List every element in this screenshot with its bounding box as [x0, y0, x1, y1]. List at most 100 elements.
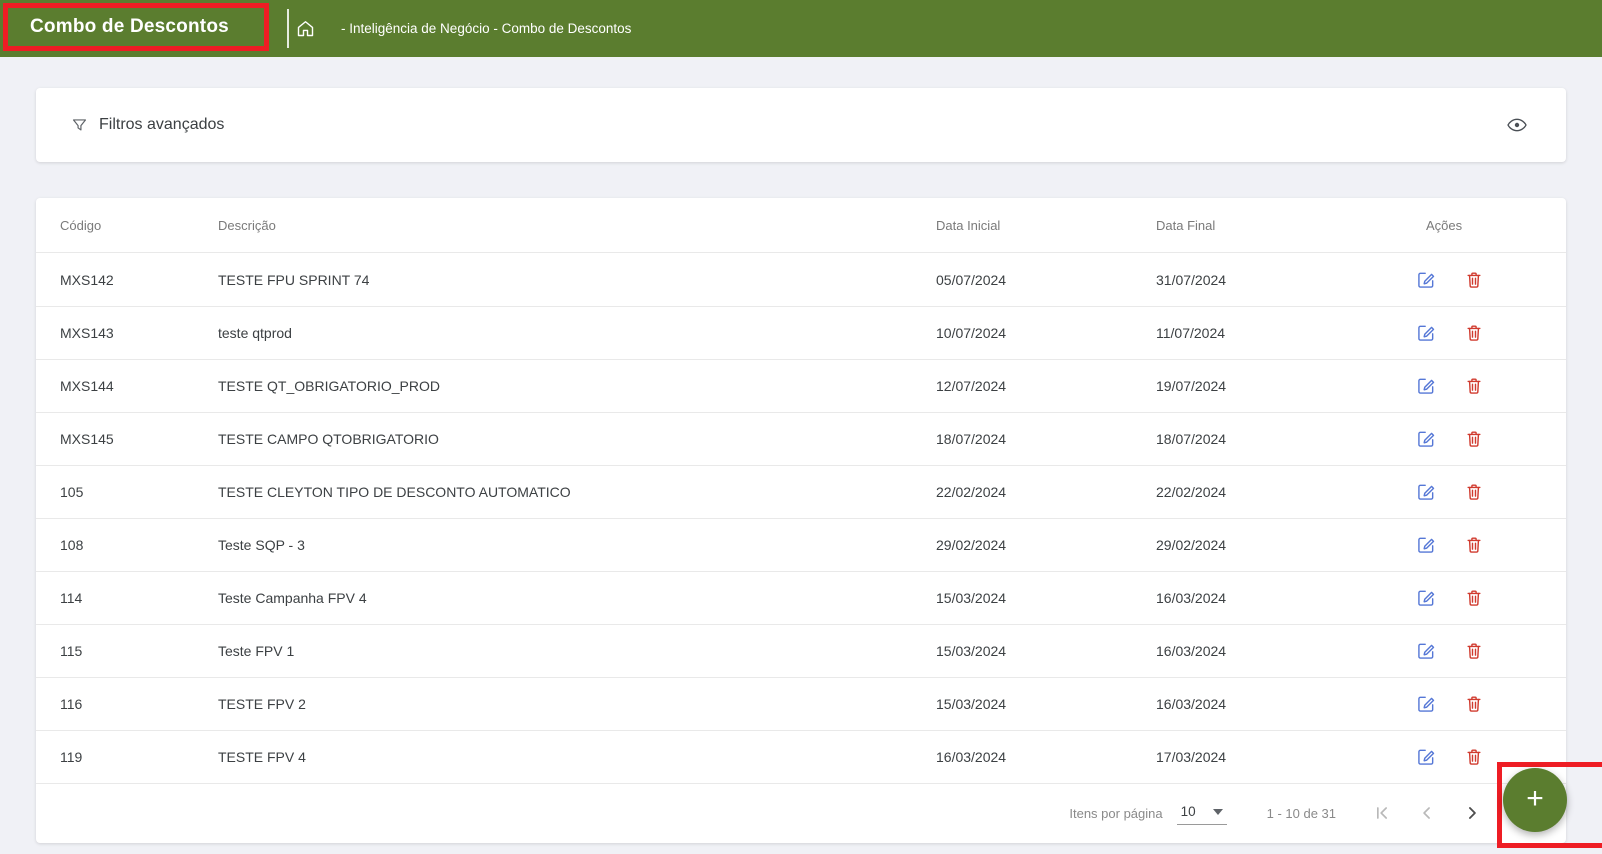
- first-page-icon: [1377, 807, 1387, 819]
- table-header-row: Código Descrição Data Inicial Data Final…: [36, 198, 1566, 253]
- table-row[interactable]: 105 TESTE CLEYTON TIPO DE DESCONTO AUTOM…: [36, 465, 1566, 518]
- add-button[interactable]: +: [1503, 768, 1567, 832]
- cell-codigo: 115: [60, 643, 83, 659]
- edit-button[interactable]: [1416, 482, 1436, 502]
- table-row[interactable]: MXS144 TESTE QT_OBRIGATORIO_PROD 12/07/2…: [36, 359, 1566, 412]
- delete-button[interactable]: [1464, 641, 1484, 661]
- cell-descricao: TESTE QT_OBRIGATORIO_PROD: [218, 378, 440, 394]
- table-row[interactable]: 119 TESTE FPV 4 16/03/2024 17/03/2024: [36, 730, 1566, 783]
- eye-icon[interactable]: [1506, 114, 1528, 136]
- next-page-button[interactable]: [1462, 803, 1482, 823]
- delete-button[interactable]: [1464, 588, 1484, 608]
- items-per-page-select[interactable]: 10: [1176, 802, 1227, 825]
- first-page-button[interactable]: [1372, 803, 1392, 823]
- delete-button[interactable]: [1464, 376, 1484, 396]
- pagination-bar: Itens por página 10 1 - 10 de 31: [36, 783, 1566, 842]
- cell-codigo: MXS142: [60, 271, 114, 288]
- cell-descricao: Teste FPV 1: [218, 643, 295, 659]
- column-header-data-final[interactable]: Data Final: [1156, 218, 1376, 233]
- previous-page-button[interactable]: [1417, 803, 1437, 823]
- table-row[interactable]: MXS142 TESTE FPU SPRINT 74 05/07/2024 31…: [36, 253, 1566, 306]
- page-title: Combo de Descontos: [30, 16, 229, 37]
- cell-data-final: 16/03/2024: [1156, 643, 1227, 659]
- cell-data-final: 16/03/2024: [1156, 696, 1227, 712]
- edit-button[interactable]: [1416, 376, 1436, 396]
- column-header-descricao[interactable]: Descrição: [218, 218, 936, 233]
- cell-data-final: 11/07/2024: [1156, 325, 1226, 341]
- delete-button[interactable]: [1464, 270, 1484, 290]
- trash-icon: [1467, 696, 1481, 712]
- cell-data-inicial: 15/03/2024: [936, 643, 1007, 659]
- cell-data-final: 22/02/2024: [1156, 484, 1227, 500]
- delete-button[interactable]: [1464, 694, 1484, 714]
- cell-data-inicial: 15/03/2024: [936, 590, 1007, 606]
- edit-pencil-icon: [1418, 484, 1435, 500]
- cell-data-inicial: 22/02/2024: [936, 484, 1007, 500]
- edit-pencil-icon: [1418, 431, 1435, 447]
- cell-descricao: TESTE CLEYTON TIPO DE DESCONTO AUTOMATIC…: [218, 484, 571, 500]
- edit-pencil-icon: [1418, 325, 1435, 341]
- table-row[interactable]: MXS145 TESTE CAMPO QTOBRIGATORIO 18/07/2…: [36, 412, 1566, 465]
- trash-icon: [1467, 378, 1481, 394]
- edit-pencil-icon: [1418, 537, 1435, 553]
- trash-icon: [1467, 484, 1481, 500]
- cell-codigo: 114: [60, 590, 83, 606]
- cell-acoes: [1376, 429, 1566, 449]
- trash-icon: [1467, 325, 1481, 341]
- table-row[interactable]: 116 TESTE FPV 2 15/03/2024 16/03/2024: [36, 677, 1566, 730]
- delete-button[interactable]: [1464, 429, 1484, 449]
- cell-acoes: [1376, 535, 1566, 555]
- cell-codigo: MXS143: [60, 325, 114, 341]
- delete-button[interactable]: [1464, 323, 1484, 343]
- edit-button[interactable]: [1416, 535, 1436, 555]
- delete-button[interactable]: [1464, 535, 1484, 555]
- delete-button[interactable]: [1464, 747, 1484, 767]
- table-row[interactable]: 114 Teste Campanha FPV 4 15/03/2024 16/0…: [36, 571, 1566, 624]
- edit-button[interactable]: [1416, 641, 1436, 661]
- pagination-range-label: 1 - 10 de 31: [1266, 805, 1336, 821]
- cell-data-final: 31/07/2024: [1156, 271, 1227, 288]
- cell-acoes: [1376, 482, 1566, 502]
- column-header-data-inicial[interactable]: Data Inicial: [936, 218, 1156, 233]
- edit-button[interactable]: [1416, 747, 1436, 767]
- column-header-acoes: Ações: [1426, 217, 1463, 233]
- cell-data-inicial: 05/07/2024: [936, 271, 1007, 288]
- app-root: Combo de Descontos - Inteligência de Neg…: [0, 0, 1602, 854]
- trash-icon: [1467, 431, 1481, 447]
- column-header-codigo[interactable]: Código: [60, 218, 218, 233]
- cell-codigo: 119: [60, 749, 83, 765]
- table-row[interactable]: 108 Teste SQP - 3 29/02/2024 29/02/2024: [36, 518, 1566, 571]
- cell-data-inicial: 16/03/2024: [936, 749, 1007, 765]
- cell-data-inicial: 12/07/2024: [936, 378, 1007, 394]
- cell-descricao: TESTE FPV 2: [218, 696, 306, 712]
- filter-bar[interactable]: Filtros avançados: [36, 88, 1566, 162]
- cell-codigo: MXS145: [60, 431, 114, 447]
- table-body: MXS142 TESTE FPU SPRINT 74 05/07/2024 31…: [36, 253, 1566, 783]
- filter-funnel-icon: [70, 116, 89, 135]
- edit-button[interactable]: [1416, 429, 1436, 449]
- edit-button[interactable]: [1416, 270, 1436, 290]
- cell-descricao: teste qtprod: [218, 325, 292, 341]
- cell-data-final: 29/02/2024: [1156, 537, 1227, 553]
- cell-data-inicial: 15/03/2024: [936, 696, 1007, 712]
- trash-icon: [1467, 643, 1481, 659]
- chevron-right-icon: [1469, 807, 1476, 819]
- trash-icon: [1467, 749, 1481, 765]
- edit-pencil-icon: [1418, 749, 1435, 765]
- cell-acoes: [1376, 376, 1566, 396]
- cell-descricao: TESTE FPU SPRINT 74: [218, 271, 370, 288]
- home-icon[interactable]: [295, 18, 316, 39]
- filter-bar-label: Filtros avançados: [99, 116, 225, 133]
- delete-button[interactable]: [1464, 482, 1484, 502]
- edit-pencil-icon: [1418, 696, 1435, 712]
- cell-codigo: 108: [60, 537, 84, 553]
- edit-button[interactable]: [1416, 588, 1436, 608]
- edit-button[interactable]: [1416, 694, 1436, 714]
- cell-data-inicial: 18/07/2024: [936, 431, 1007, 447]
- caret-down-icon: [1212, 809, 1223, 815]
- edit-button[interactable]: [1416, 323, 1436, 343]
- cell-acoes: [1376, 588, 1566, 608]
- table-row[interactable]: MXS143 teste qtprod 10/07/2024 11/07/202…: [36, 306, 1566, 359]
- cell-data-final: 16/03/2024: [1156, 590, 1227, 606]
- table-row[interactable]: 115 Teste FPV 1 15/03/2024 16/03/2024: [36, 624, 1566, 677]
